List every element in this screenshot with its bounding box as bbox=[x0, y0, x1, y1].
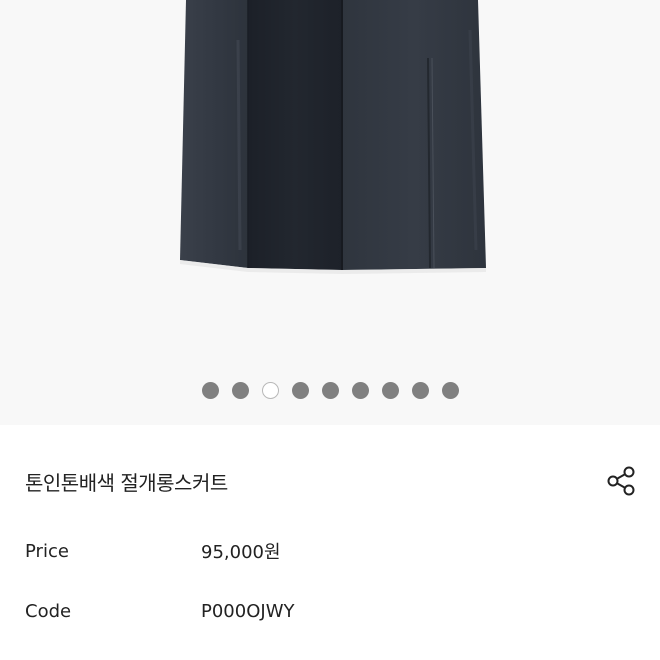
price-label: Price bbox=[25, 540, 69, 562]
gallery-dot-1[interactable] bbox=[201, 381, 219, 399]
gallery-dot-7[interactable] bbox=[381, 381, 399, 399]
gallery-dot-9[interactable] bbox=[441, 381, 459, 399]
gallery-dot-6[interactable] bbox=[351, 381, 369, 399]
gallery-dot-2[interactable] bbox=[231, 381, 249, 399]
gallery-dot-4[interactable] bbox=[291, 381, 309, 399]
code-value: P000OJWY bbox=[201, 600, 295, 622]
gallery-pagination bbox=[0, 380, 660, 400]
price-row: Price 95,000원 bbox=[25, 536, 635, 566]
gallery-dot-5[interactable] bbox=[321, 381, 339, 399]
price-value: 95,000원 bbox=[201, 542, 281, 563]
skirt-right-panel bbox=[342, 0, 486, 270]
title-row: 톤인톤배색 절개롱스커트 bbox=[25, 463, 635, 499]
skirt-middle-panel bbox=[248, 0, 342, 270]
share-button[interactable] bbox=[603, 463, 639, 499]
product-page: 톤인톤배색 절개롱스커트 Price 95,000원 Code P000OJWY bbox=[0, 0, 660, 660]
gallery-dot-3-active[interactable] bbox=[261, 381, 279, 399]
product-image-gallery[interactable] bbox=[0, 0, 660, 425]
code-row: Code P000OJWY bbox=[25, 596, 635, 626]
code-label: Code bbox=[25, 600, 72, 622]
product-info: 톤인톤배색 절개롱스커트 Price 95,000원 Code P000OJWY bbox=[0, 425, 660, 660]
product-image[interactable] bbox=[0, 0, 660, 300]
share-icon bbox=[607, 466, 635, 496]
product-title: 톤인톤배색 절개롱스커트 bbox=[25, 470, 228, 495]
gallery-dot-8[interactable] bbox=[411, 381, 429, 399]
